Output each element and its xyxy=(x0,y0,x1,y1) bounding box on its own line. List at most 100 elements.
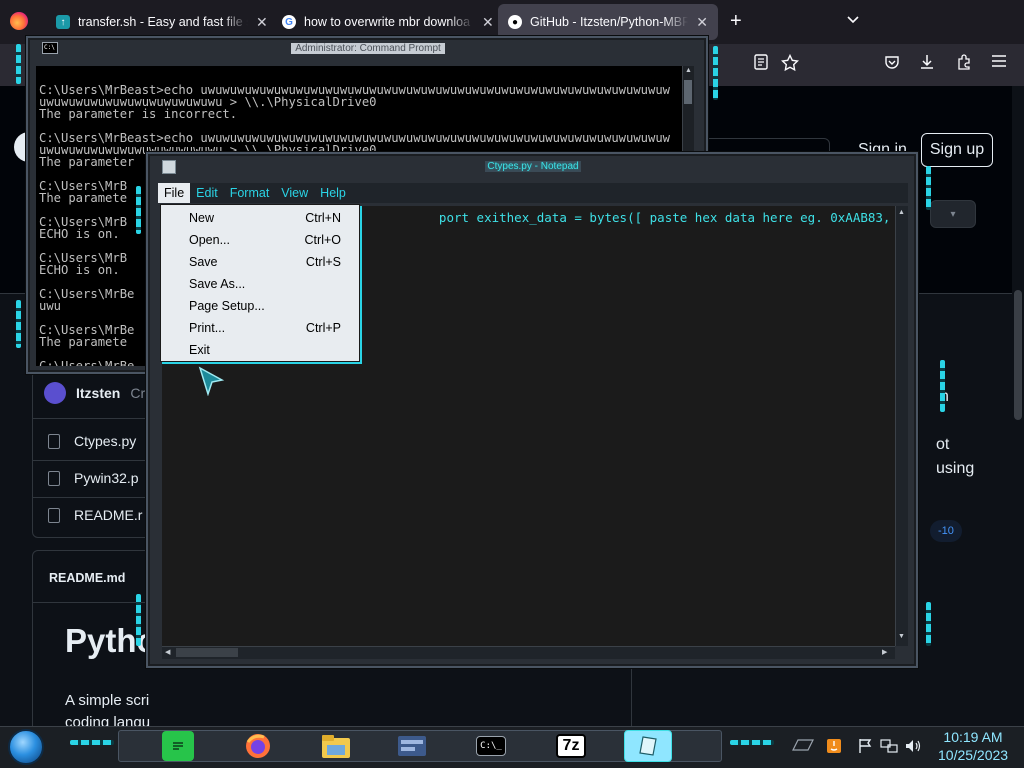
mouse-cursor-icon xyxy=(198,366,226,401)
frame-glow-strip xyxy=(940,360,945,412)
file-row[interactable]: README.r xyxy=(48,507,142,523)
extensions-icon[interactable] xyxy=(956,54,972,75)
tab-github[interactable]: ● GitHub - Itzsten/Python-MBR-( ✕ xyxy=(498,4,718,40)
cmd-output-line: The parameter is incorrect. xyxy=(39,107,238,121)
frame-glow-strip xyxy=(926,166,931,210)
tab-title: how to overwrite mbr downloa xyxy=(304,15,471,29)
frame-glow-strip xyxy=(136,594,141,646)
frame-glow-strip xyxy=(16,300,21,348)
cmd-title-bar[interactable]: Administrator: Command Prompt xyxy=(290,40,446,56)
hamburger-menu-icon[interactable] xyxy=(992,54,1006,72)
java-update-icon[interactable] xyxy=(826,738,842,757)
page-scrollbar-thumb[interactable] xyxy=(1014,290,1022,420)
control-panel-icon[interactable] xyxy=(396,731,428,761)
chevron-down-icon xyxy=(847,16,859,24)
menu-item-print[interactable]: Print... Ctrl+P xyxy=(161,317,359,339)
file-icon xyxy=(48,470,60,486)
menu-item-label: Page Setup... xyxy=(189,299,265,313)
branch-dropdown-button[interactable]: ▾ xyxy=(930,200,976,228)
menu-item-shortcut: Ctrl+O xyxy=(304,233,341,247)
transfer-sh-favicon: ↑ xyxy=(56,15,70,29)
file-menu-dropdown: New Ctrl+N Open... Ctrl+O Save Ctrl+S Save … xyxy=(160,204,360,362)
tab-title: GitHub - Itzsten/Python-MBR-( xyxy=(530,15,689,29)
about-text: ot xyxy=(936,436,950,453)
about-text: using xyxy=(936,460,975,477)
start-button[interactable] xyxy=(8,729,44,765)
file-explorer-icon[interactable] xyxy=(320,731,352,761)
firefox-icon[interactable] xyxy=(242,731,274,761)
firefox-view-icon[interactable] xyxy=(10,12,28,30)
notepad-vertical-scrollbar[interactable] xyxy=(895,206,908,646)
scroll-up-arrow-icon[interactable]: ▲ xyxy=(685,67,692,74)
menu-item-label: New xyxy=(189,211,215,225)
notepad-horizontal-scrollbar[interactable] xyxy=(162,646,895,659)
menu-item-label: Print... xyxy=(189,321,226,335)
menu-item-exit[interactable]: Exit xyxy=(161,339,359,361)
file-icon xyxy=(48,433,60,449)
downloads-icon[interactable] xyxy=(919,54,935,75)
menu-item-label: Exit xyxy=(189,343,210,357)
menu-item-label: Save xyxy=(189,255,218,269)
reader-view-icon[interactable] xyxy=(754,54,768,75)
sign-up-button[interactable]: Sign up xyxy=(921,133,993,167)
bookmark-star-icon[interactable] xyxy=(780,53,800,77)
scroll-up-arrow-icon[interactable]: ▲ xyxy=(898,209,905,216)
frame-glow-strip xyxy=(16,44,21,84)
menu-item-shortcut: Ctrl+N xyxy=(305,211,341,225)
rainbow-app-icon[interactable] xyxy=(162,731,194,761)
menu-item-shortcut: Ctrl+S xyxy=(305,255,341,269)
file-name[interactable]: Ctypes.py xyxy=(74,433,136,449)
menu-help[interactable]: Help xyxy=(314,183,352,203)
clock-date: 10/25/2023 xyxy=(938,747,1009,763)
action-center-flag-icon[interactable] xyxy=(858,738,872,757)
volume-icon[interactable] xyxy=(904,738,922,757)
close-icon[interactable]: ✕ xyxy=(256,14,268,31)
7zip-icon[interactable]: 7z xyxy=(556,734,586,758)
close-icon[interactable]: ✕ xyxy=(482,14,494,31)
avatar[interactable] xyxy=(44,382,66,404)
file-name[interactable]: Pywin32.p xyxy=(74,470,139,486)
menu-format[interactable]: Format xyxy=(224,183,276,203)
keyboard-layout-icon[interactable] xyxy=(792,738,814,755)
taskbar-clock[interactable]: 10:19 AM 10/25/2023 xyxy=(938,728,1008,764)
menu-item-save-as[interactable]: Save As... xyxy=(161,273,359,295)
scroll-down-arrow-icon[interactable]: ▼ xyxy=(898,633,905,640)
notepad-taskbar-icon[interactable] xyxy=(624,730,672,762)
menu-item-page-setup[interactable]: Page Setup... xyxy=(161,295,359,317)
file-icon xyxy=(48,507,60,523)
new-tab-button[interactable]: + xyxy=(730,10,742,33)
notepad-horizontal-scrollbar-thumb[interactable] xyxy=(176,648,238,657)
latest-commit: Itzsten Cr xyxy=(44,382,145,404)
commit-message[interactable]: Cr xyxy=(130,385,145,401)
file-row[interactable]: Pywin32.p xyxy=(48,470,139,486)
topic-tag[interactable]: -10 xyxy=(930,520,962,542)
menu-item-shortcut: Ctrl+P xyxy=(305,321,341,335)
cmd-window-icon[interactable]: C:\ xyxy=(42,42,58,54)
tab-transfer-sh[interactable]: ↑ transfer.sh - Easy and fast file sh ✕ xyxy=(46,4,278,40)
menu-item-save[interactable]: Save Ctrl+S xyxy=(161,251,359,273)
menu-edit[interactable]: Edit xyxy=(190,183,224,203)
notepad-menu-bar: File Edit Format View Help xyxy=(158,183,908,203)
scroll-left-arrow-icon[interactable]: ◀ xyxy=(165,648,170,656)
file-name[interactable]: README.r xyxy=(74,507,142,523)
menu-view[interactable]: View xyxy=(275,183,314,203)
network-icon[interactable] xyxy=(880,738,898,757)
taskbar-glow-strip xyxy=(70,740,114,745)
clock-time: 10:19 AM xyxy=(943,729,1003,745)
file-row[interactable]: Ctypes.py xyxy=(48,433,136,449)
readme-text-line: A simple scri xyxy=(65,692,150,709)
tab-google-search[interactable]: G how to overwrite mbr downloa ✕ xyxy=(272,4,504,40)
scroll-right-arrow-icon[interactable]: ▶ xyxy=(882,648,887,656)
list-all-tabs-button[interactable] xyxy=(846,12,860,28)
command-prompt-icon[interactable]: C:\_ xyxy=(476,736,506,756)
notepad-title: Ctypes.py - Notepad xyxy=(485,160,581,172)
menu-item-open[interactable]: Open... Ctrl+O xyxy=(161,229,359,251)
commit-author[interactable]: Itzsten xyxy=(76,385,120,401)
pocket-icon[interactable] xyxy=(884,54,900,75)
close-icon[interactable]: ✕ xyxy=(696,14,708,31)
notepad-window-icon[interactable] xyxy=(162,160,176,174)
cmd-scrollbar-thumb[interactable] xyxy=(684,80,692,104)
menu-item-new[interactable]: New Ctrl+N xyxy=(161,207,359,229)
notepad-title-bar[interactable]: Ctypes.py - Notepad xyxy=(482,158,584,174)
menu-file[interactable]: File xyxy=(158,183,191,203)
